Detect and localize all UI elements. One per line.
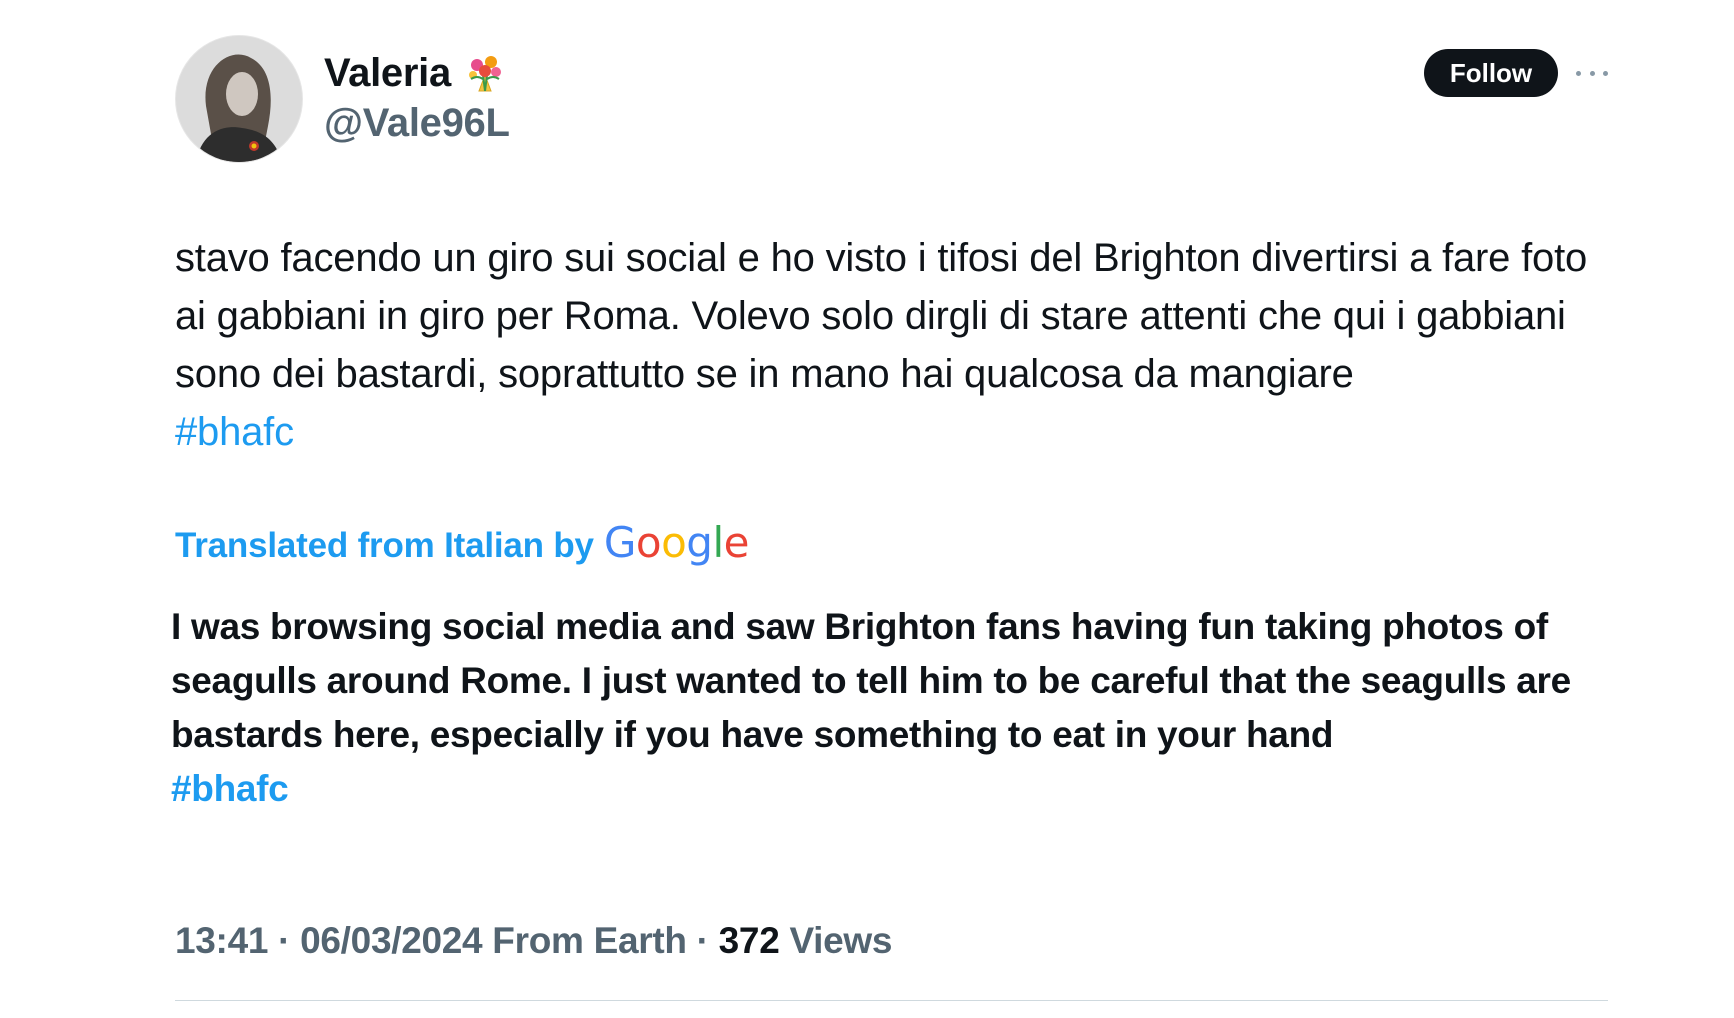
- tweet-meta: 13:41 · 06/03/2024 From Earth · 372 View…: [175, 920, 893, 962]
- author-name-row: Valeria: [324, 48, 507, 98]
- translated-hashtag-link[interactable]: #bhafc: [171, 762, 1631, 816]
- meta-separator: ·: [686, 920, 719, 961]
- tweet-time[interactable]: 13:41: [175, 920, 268, 962]
- meta-separator: ·: [268, 920, 301, 961]
- avatar[interactable]: [175, 35, 303, 163]
- author-display-name[interactable]: Valeria: [324, 48, 451, 98]
- profile-photo: [176, 36, 302, 162]
- follow-button[interactable]: Follow: [1424, 49, 1558, 97]
- meta-space: [482, 920, 492, 962]
- meta-space: [779, 920, 789, 962]
- translation-attribution: Translated from Italian by Google: [175, 518, 749, 567]
- translated-body: I was browsing social media and saw Brig…: [171, 606, 1571, 755]
- divider: [175, 1000, 1608, 1001]
- google-logo: Google: [603, 518, 750, 567]
- views-label: Views: [789, 920, 893, 961]
- translated-text: I was browsing social media and saw Brig…: [171, 600, 1631, 816]
- tweet-card: Valeria @Vale96L Follow stavo facendo un…: [0, 0, 1734, 1018]
- more-horizontal-icon[interactable]: [1576, 60, 1608, 86]
- tweet-source: From Earth: [492, 920, 687, 961]
- tweet-text: stavo facendo un giro sui social e ho vi…: [175, 229, 1625, 461]
- bouquet-icon: [463, 51, 507, 95]
- hashtag-link[interactable]: #bhafc: [175, 403, 1625, 461]
- tweet-body: stavo facendo un giro sui social e ho vi…: [175, 236, 1588, 396]
- views-count: 372: [718, 920, 780, 961]
- author-handle[interactable]: @Vale96L: [324, 98, 510, 148]
- translated-from-label[interactable]: Translated from Italian by: [175, 526, 594, 566]
- tweet-date[interactable]: 06/03/2024: [300, 920, 482, 962]
